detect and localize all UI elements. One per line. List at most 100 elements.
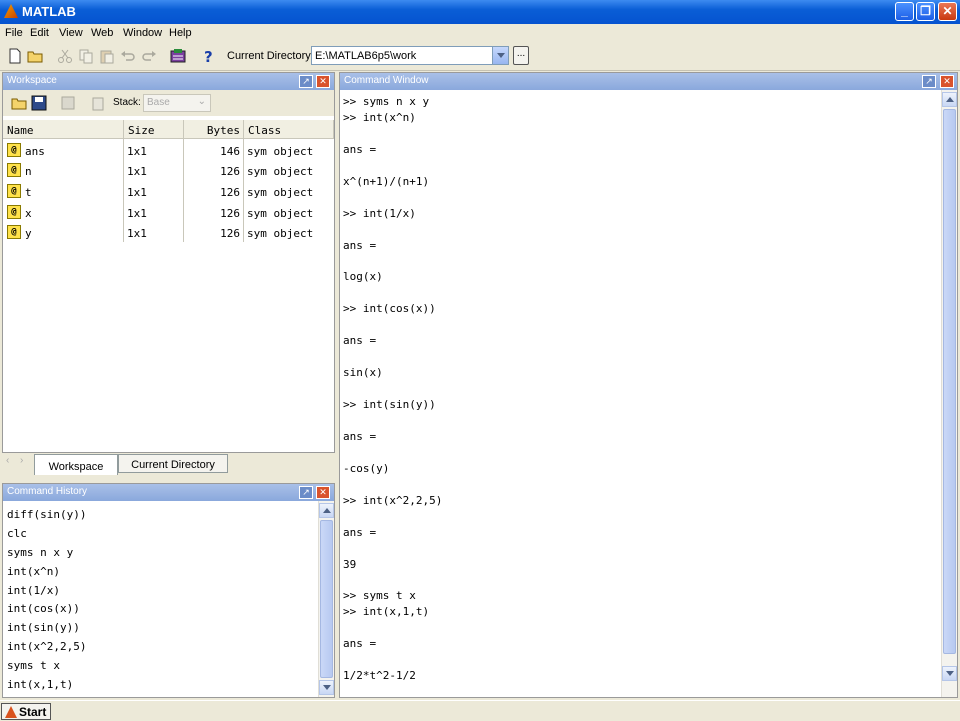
var-name: t (25, 186, 32, 199)
sym-object-icon: @ (7, 143, 21, 157)
command-window-title: Command Window (344, 75, 429, 86)
sym-object-icon: @ (7, 184, 21, 198)
help-icon[interactable]: ? (200, 48, 216, 64)
column-header-class[interactable]: Class (244, 120, 334, 139)
list-item[interactable]: int(x^n) (7, 565, 60, 578)
command-input-line: >> syms t x (343, 589, 416, 603)
open-folder-icon[interactable] (27, 48, 43, 64)
open-folder-icon[interactable] (11, 95, 27, 111)
command-input-line: >> int(sin(y)) (343, 398, 436, 412)
command-output-line: ans = (343, 142, 377, 156)
scroll-up-icon[interactable] (942, 92, 957, 107)
tab-workspace[interactable]: Workspace (34, 454, 118, 475)
close-panel-icon[interactable]: ✕ (316, 75, 330, 88)
copy-icon[interactable] (78, 48, 94, 64)
save-icon[interactable] (31, 95, 47, 111)
cut-icon[interactable] (57, 48, 73, 64)
stack-label: Stack: (113, 97, 141, 108)
start-button[interactable]: Start (1, 703, 51, 720)
menu-edit[interactable]: Edit (30, 27, 49, 39)
table-row[interactable]: @ t 1x1 126 sym object (3, 182, 331, 202)
scroll-down-icon[interactable] (942, 666, 957, 681)
workspace-tab-strip: ‹ › Workspace Current Directory (2, 453, 334, 475)
chevron-down-icon[interactable] (492, 47, 508, 64)
tab-current-directory[interactable]: Current Directory (118, 454, 228, 473)
table-row[interactable]: @ ans 1x1 146 sym object (3, 141, 331, 161)
close-panel-icon[interactable]: ✕ (940, 75, 954, 88)
workspace-table: Name Size Bytes Class @ ans 1x1 146 sym … (3, 120, 334, 450)
command-history-panel: Command History ↗ ✕ diff(sin(y)) clc sym… (2, 483, 335, 698)
command-output-line: log(x) (343, 270, 383, 284)
undo-icon[interactable] (120, 48, 136, 64)
list-item[interactable]: int(x,1,t) (7, 678, 73, 691)
command-output-line: sin(x) (343, 366, 383, 380)
menu-help[interactable]: Help (169, 27, 192, 39)
maximize-button[interactable]: ❐ (916, 2, 935, 21)
command-history-title: Command History (7, 486, 88, 497)
command-window-title-bar: Command Window ↗ ✕ (340, 73, 957, 90)
command-window-text[interactable]: >> syms n x y >> int(x^n) ans = x^(n+1)/(n+… (340, 90, 941, 695)
scroll-thumb[interactable] (320, 520, 333, 678)
column-header-size[interactable]: Size (124, 120, 184, 139)
menu-view[interactable]: View (59, 27, 83, 39)
var-name: ans (25, 145, 45, 158)
variable-editor-icon[interactable] (60, 95, 76, 111)
table-row[interactable]: @ y 1x1 126 sym object (3, 223, 331, 243)
browse-directory-button[interactable]: ... (513, 46, 529, 65)
chevron-down-icon: ⌄ (197, 96, 206, 107)
workspace-title: Workspace (7, 75, 57, 86)
scroll-down-icon[interactable] (319, 680, 334, 695)
command-input-line: >> syms n x y (343, 95, 430, 108)
command-window-scrollbar[interactable] (941, 90, 957, 697)
list-item[interactable]: syms t x (7, 659, 60, 672)
menu-file[interactable]: File (5, 27, 23, 39)
table-row[interactable]: @ x 1x1 126 sym object (3, 203, 331, 223)
var-size: 1x1 (127, 145, 147, 158)
menu-window[interactable]: Window (123, 27, 162, 39)
redo-icon[interactable] (141, 48, 157, 64)
list-item[interactable]: int(1/x) (7, 584, 60, 597)
column-header-bytes[interactable]: Bytes (184, 120, 244, 139)
new-file-icon[interactable] (7, 48, 23, 64)
stack-dropdown[interactable]: Base ⌄ (143, 94, 211, 112)
minimize-button[interactable]: _ (895, 2, 914, 21)
current-directory-dropdown[interactable]: E:\MATLAB6p5\work (311, 46, 509, 65)
var-bytes: 126 (220, 227, 240, 240)
column-header-name[interactable]: Name (3, 120, 124, 139)
delete-variable-icon[interactable] (90, 95, 106, 111)
chevron-left-icon[interactable]: ‹ (6, 455, 9, 466)
list-item[interactable]: int(x^2,2,5) (7, 640, 86, 653)
current-directory-label: Current Directory: (227, 50, 314, 62)
var-class: sym object (247, 165, 314, 178)
var-bytes: 146 (220, 145, 240, 158)
command-input-line: >> int(x^n) (343, 110, 416, 124)
scroll-up-icon[interactable] (319, 503, 334, 518)
undock-icon[interactable]: ↗ (299, 75, 313, 88)
command-output-line: ans = (343, 525, 377, 539)
list-item[interactable]: int(sin(y)) (7, 621, 80, 634)
command-output-line: ans = (343, 238, 377, 252)
undock-icon[interactable]: ↗ (922, 75, 936, 88)
start-label: Start (19, 705, 47, 719)
sym-object-icon: @ (7, 225, 21, 239)
command-history-title-bar: Command History ↗ ✕ (3, 484, 334, 501)
list-item[interactable]: clc (7, 527, 27, 540)
simulink-icon[interactable] (170, 48, 186, 64)
history-scrollbar[interactable] (318, 501, 334, 697)
var-name: x (25, 207, 32, 220)
close-panel-icon[interactable]: ✕ (316, 486, 330, 499)
chevron-right-icon[interactable]: › (20, 455, 23, 466)
main-toolbar: ? Current Directory: E:\MATLAB6p5\work .… (0, 43, 960, 71)
table-row[interactable]: @ n 1x1 126 sym object (3, 161, 331, 181)
stack-value: Base (147, 97, 170, 108)
var-bytes: 126 (220, 165, 240, 178)
list-item[interactable]: syms n x y (7, 546, 73, 559)
taskbar: Start (0, 700, 960, 721)
scroll-thumb[interactable] (943, 109, 956, 654)
undock-icon[interactable]: ↗ (299, 486, 313, 499)
paste-icon[interactable] (99, 48, 115, 64)
close-button[interactable]: ✕ (938, 2, 957, 21)
list-item[interactable]: diff(sin(y)) (7, 508, 86, 521)
menu-web[interactable]: Web (91, 27, 113, 39)
list-item[interactable]: int(cos(x)) (7, 602, 80, 615)
